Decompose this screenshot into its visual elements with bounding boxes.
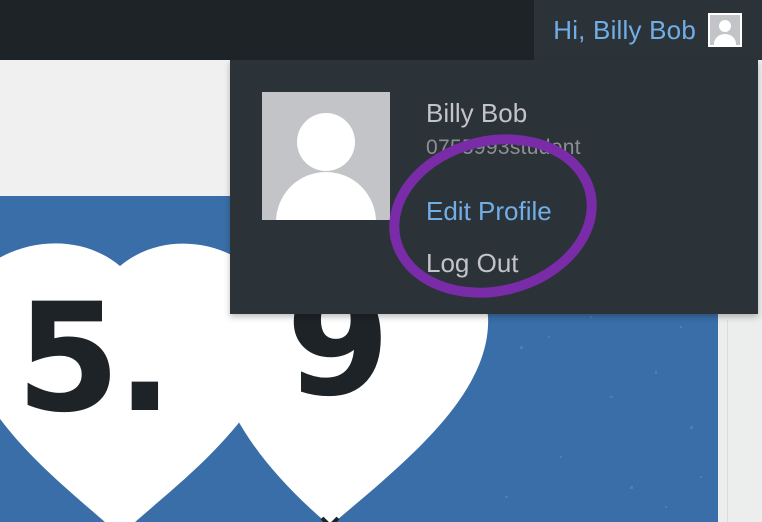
edit-profile-link[interactable]: Edit Profile bbox=[426, 196, 552, 227]
display-name[interactable]: Billy Bob bbox=[426, 98, 527, 129]
log-out-link[interactable]: Log Out bbox=[426, 248, 519, 279]
greeting-text[interactable]: Hi, Billy Bob bbox=[553, 15, 696, 46]
divider bbox=[727, 320, 728, 522]
version-number-left: 5. bbox=[16, 272, 173, 446]
username: 0755993student bbox=[426, 136, 581, 159]
user-dropdown-menu: Billy Bob 0755993student Edit Profile Lo… bbox=[230, 60, 758, 314]
user-avatar-icon[interactable] bbox=[262, 92, 390, 220]
user-avatar-icon[interactable] bbox=[708, 13, 742, 47]
my-account-menu[interactable]: Hi, Billy Bob bbox=[534, 0, 762, 60]
admin-bar: Hi, Billy Bob bbox=[0, 0, 762, 60]
